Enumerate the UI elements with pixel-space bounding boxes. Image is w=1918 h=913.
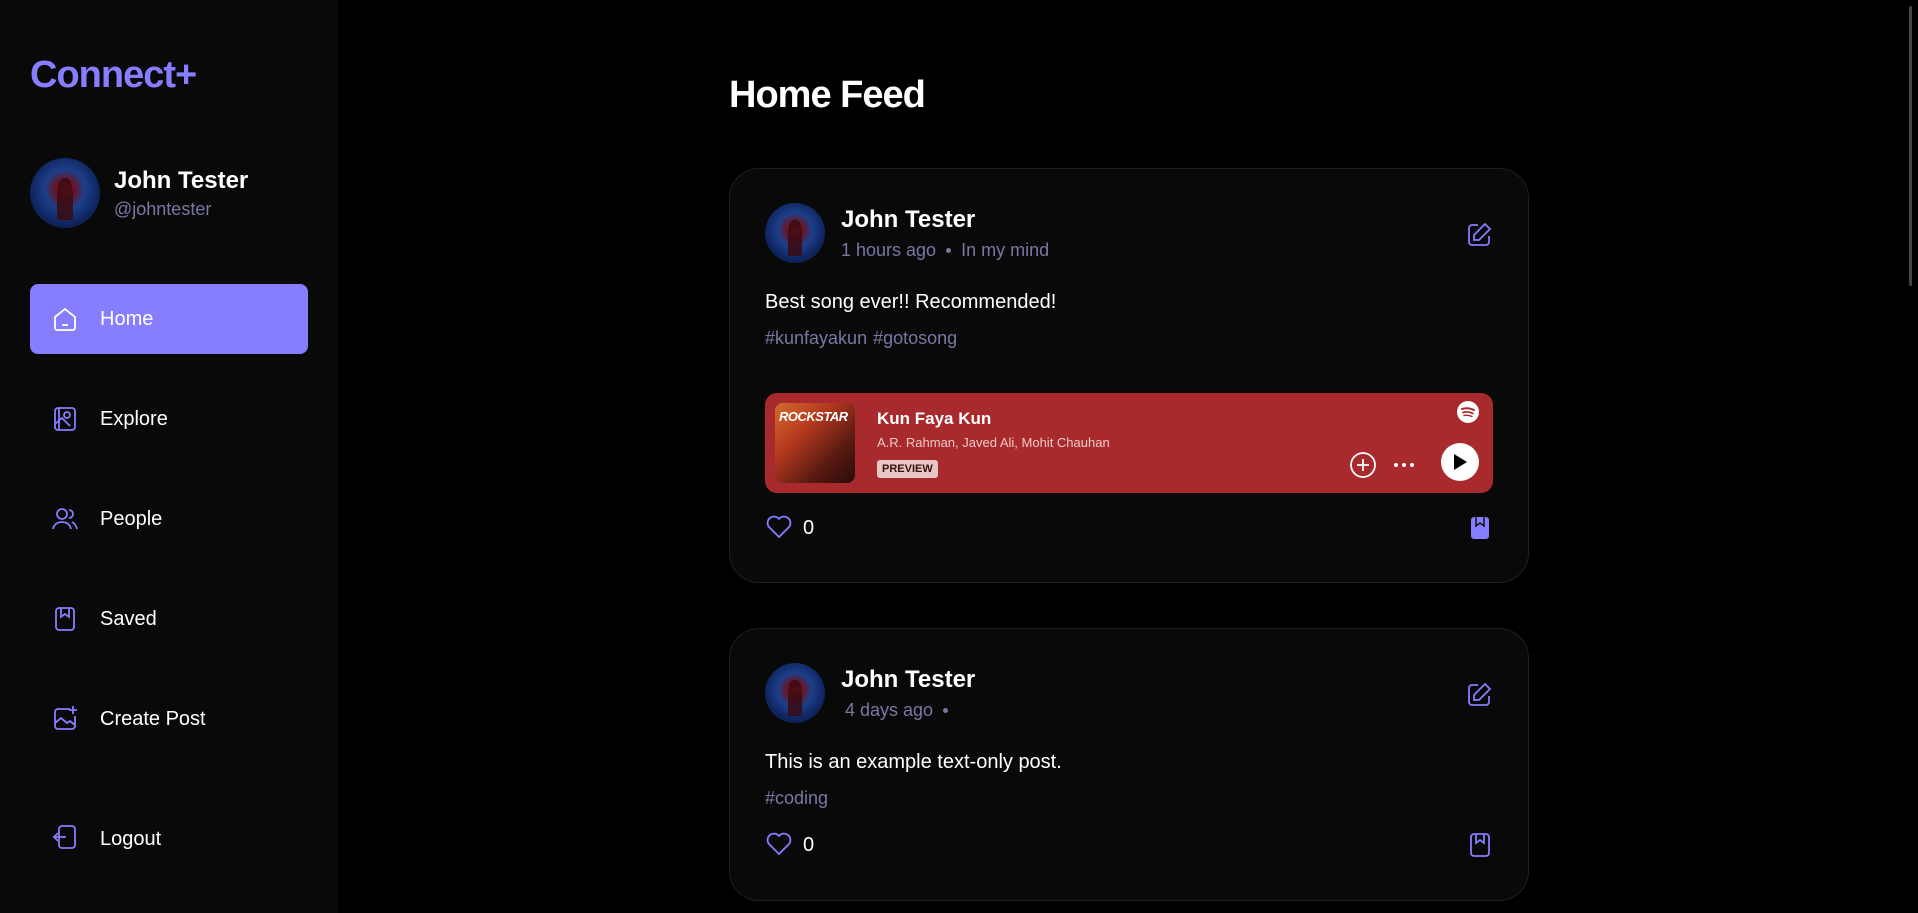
play-icon [1454,454,1467,470]
post-caption: This is an example text-only post. [765,751,1062,773]
sidebar-nav: Home Explore People Saved Create Post [30,284,308,784]
post-footer: 0 [765,493,1493,563]
post-author-name[interactable]: John Tester [841,206,1049,234]
bookmark-icon [50,604,80,634]
post-tag[interactable]: #coding [765,788,828,808]
logout-icon [50,822,80,857]
post-tag[interactable]: #gotosong [873,328,957,348]
play-button[interactable] [1441,443,1479,481]
edit-icon [1468,682,1492,706]
bookmark-icon [1470,833,1490,857]
post-footer: 0 [765,815,1493,875]
edit-post-button[interactable] [1465,221,1493,249]
app-logo[interactable]: Connect+ [30,54,197,97]
post-location: In my mind [961,239,1050,260]
post-author-name[interactable]: John Tester [841,666,975,694]
avatar[interactable] [765,663,825,723]
people-icon [50,504,80,534]
meta-separator [943,707,949,713]
like-count: 0 [803,516,815,539]
post-tags: #kunfayakun #gotosong [765,328,1493,349]
post-tag[interactable]: #kunfayakun [765,328,867,348]
preview-badge: PREVIEW [877,459,938,478]
edit-icon [1468,222,1492,246]
post-card: John Tester 4 days ago This is an exampl… [729,628,1529,901]
meta-separator [946,247,952,253]
profile-handle: @johntester [114,198,212,219]
save-post-button[interactable] [1467,832,1493,858]
like-button[interactable] [765,830,793,861]
more-icon [1394,463,1414,467]
sidebar-item-saved[interactable]: Saved [30,584,308,654]
spotify-icon[interactable] [1457,401,1479,423]
bookmark-filled-icon [1471,517,1489,539]
sidebar-item-explore[interactable]: Explore [30,384,308,454]
create-post-icon [50,704,80,734]
post-meta: 1 hours ago In my mind [841,240,1049,261]
post-header: John Tester 1 hours ago In my mind [765,203,1493,263]
sidebar-item-home[interactable]: Home [30,284,308,354]
post-card: John Tester 1 hours ago In my mind Best … [729,168,1529,583]
like-button[interactable] [765,513,793,544]
post-header: John Tester 4 days ago [765,663,1493,723]
album-art-text: ROCKSTAR [779,409,848,424]
heart-icon [766,515,792,538]
sidebar: Connect+ John Tester @johntester Home Ex… [0,0,338,913]
sidebar-item-create-post[interactable]: Create Post [30,684,308,754]
spotify-embed[interactable]: ROCKSTAR Kun Faya Kun A.R. Rahman, Javed… [765,393,1493,493]
post-meta: 4 days ago [841,700,975,721]
profile-summary[interactable]: John Tester @johntester [30,158,248,228]
page-title: Home Feed [729,74,926,116]
sidebar-item-label: People [100,507,163,530]
post-time: 4 days ago [845,699,934,720]
home-icon [50,304,80,334]
edit-post-button[interactable] [1465,681,1493,709]
avatar[interactable] [765,203,825,263]
album-art: ROCKSTAR [775,403,855,483]
sidebar-item-people[interactable]: People [30,484,308,554]
plus-circle-icon [1350,452,1376,478]
like-count: 0 [803,833,815,856]
track-name[interactable]: Kun Faya Kun [877,409,1110,429]
save-post-button[interactable] [1467,515,1493,541]
heart-icon [766,832,792,855]
avatar[interactable] [30,158,100,228]
post-caption: Best song ever!! Recommended! [765,291,1057,313]
track-artists[interactable]: A.R. Rahman, Javed Ali, Mohit Chauhan [877,435,1110,450]
sidebar-item-label: Explore [100,407,168,430]
logout-label: Logout [100,827,162,850]
add-to-library-button[interactable] [1349,451,1377,479]
more-options-button[interactable] [1391,457,1417,473]
page-scrollbar[interactable] [1904,0,1918,913]
sidebar-item-label: Home [100,307,154,330]
scrollbar-thumb[interactable] [1909,6,1912,286]
logout-button[interactable]: Logout [30,804,308,874]
post-tags: #coding [765,788,1493,809]
sidebar-item-label: Saved [100,607,157,630]
explore-icon [50,404,80,434]
profile-name: John Tester [114,166,249,194]
sidebar-item-label: Create Post [100,707,206,730]
post-time: 1 hours ago [841,239,937,260]
